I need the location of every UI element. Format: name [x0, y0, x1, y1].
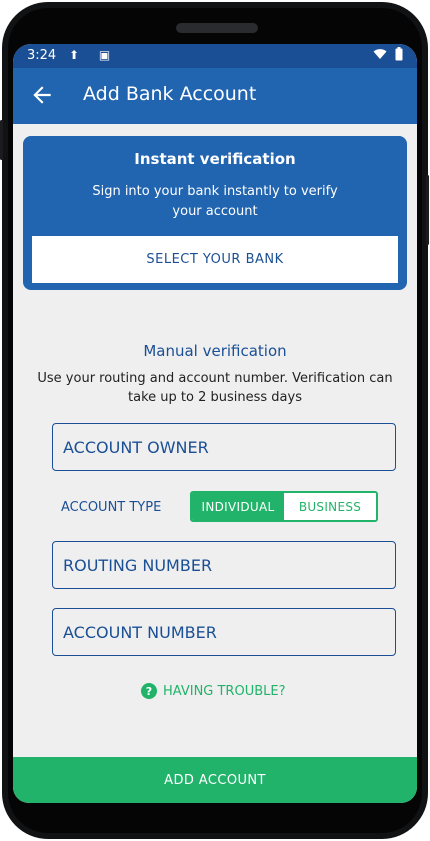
- instant-verification-title: Instant verification: [134, 150, 296, 168]
- account-type-individual[interactable]: INDIVIDUAL: [192, 493, 284, 520]
- account-owner-input[interactable]: [52, 423, 396, 471]
- question-circle-icon: ?: [141, 683, 157, 699]
- status-left-icons: ⬆ ▣: [69, 48, 118, 62]
- account-type-toggle: INDIVIDUAL BUSINESS: [190, 491, 378, 522]
- arrow-back-icon[interactable]: [29, 82, 55, 108]
- manual-verification-description: Use your routing and account number. Ver…: [37, 371, 393, 405]
- account-type-business[interactable]: BUSINESS: [284, 493, 376, 520]
- volume-button: [0, 120, 3, 160]
- routing-number-input[interactable]: [52, 541, 396, 589]
- instant-verification-description: Sign into your bank instantly to verify …: [92, 184, 338, 219]
- status-bar: 3:24 ⬆ ▣: [13, 44, 417, 68]
- having-trouble-label: HAVING TROUBLE?: [163, 683, 286, 699]
- wifi-icon: [373, 49, 387, 59]
- app-bar: Add Bank Account: [13, 68, 417, 124]
- status-right-icons: [373, 47, 403, 61]
- account-type-label: ACCOUNT TYPE: [61, 500, 162, 515]
- app-screen: 3:24 ⬆ ▣ Add Bank Account Instant verifi…: [13, 44, 417, 803]
- select-bank-button[interactable]: SELECT YOUR BANK: [32, 236, 398, 283]
- instant-verification-card: Instant verification Sign into your bank…: [23, 136, 407, 290]
- page-title: Add Bank Account: [83, 83, 257, 105]
- battery-icon: [395, 47, 403, 61]
- sim-card-icon: ▣: [98, 48, 119, 62]
- status-time: 3:24: [27, 48, 57, 63]
- add-account-button[interactable]: ADD ACCOUNT: [13, 757, 417, 803]
- having-trouble-link[interactable]: ? HAVING TROUBLE?: [141, 683, 286, 699]
- account-number-input[interactable]: [52, 608, 396, 656]
- speaker-grille: [176, 23, 258, 33]
- power-button: [426, 175, 429, 245]
- manual-verification-title: Manual verification: [143, 342, 287, 360]
- upload-icon: ⬆: [69, 48, 88, 62]
